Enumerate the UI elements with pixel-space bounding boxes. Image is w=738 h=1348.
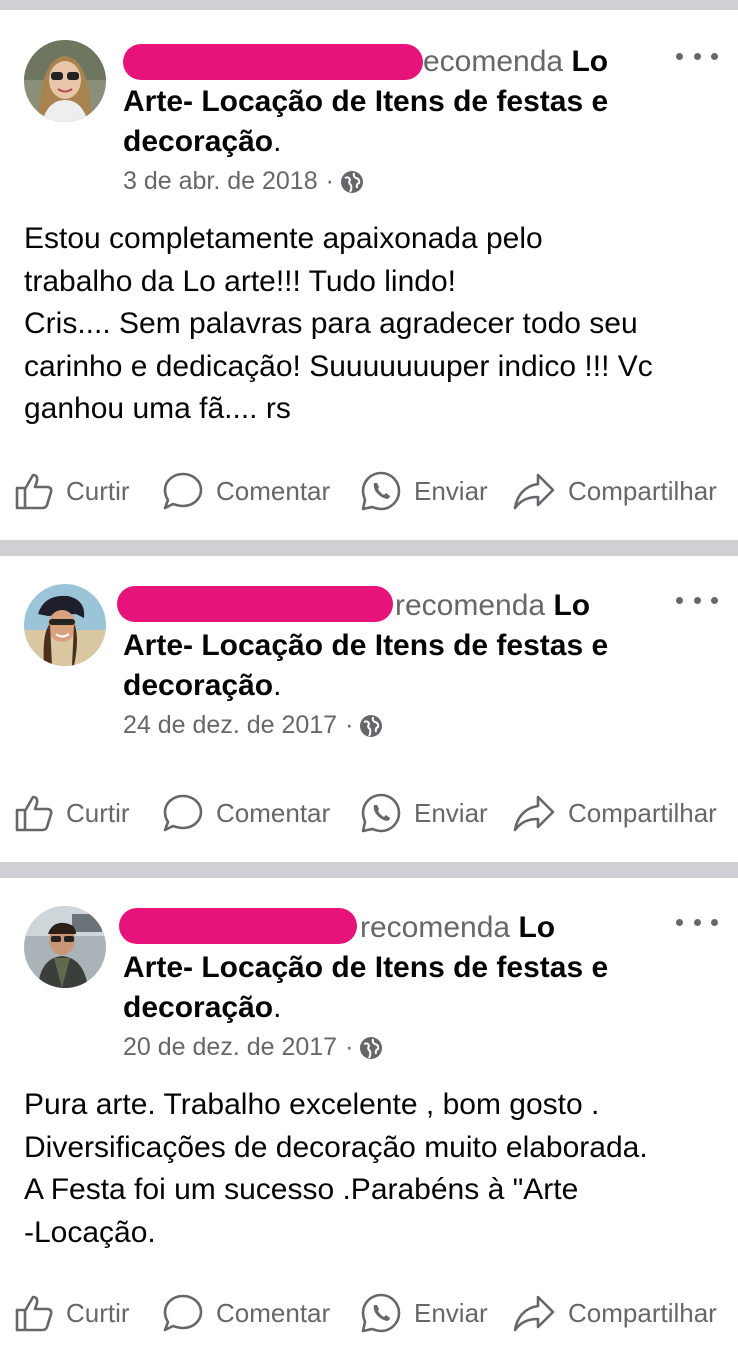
page-name-link[interactable]: Lo [518, 911, 555, 944]
post-body: Pura arte. Trabalho excelente , bom gost… [24, 1084, 724, 1254]
whatsapp-icon [361, 793, 401, 833]
send-label: Enviar [414, 797, 488, 828]
like-button[interactable]: Curtir [14, 469, 130, 513]
globe-icon [340, 170, 364, 194]
page-name-link[interactable]: Arte- Locação de Itens de festas e [123, 626, 608, 666]
post-body-line: A Festa foi um sucesso .Parabéns à "Arte [24, 1173, 579, 1206]
recommendation-post: recomenda Lo Arte- Locação de Itens de f… [0, 878, 738, 1348]
comment-button[interactable]: Comentar [162, 1291, 330, 1335]
share-button[interactable]: Compartilhar [512, 791, 717, 835]
page-name-link[interactable]: Lo [553, 589, 590, 622]
comment-bubble-icon [163, 794, 203, 832]
share-arrow-icon [513, 1295, 555, 1332]
comment-label: Comentar [216, 797, 331, 828]
send-label: Enviar [414, 475, 488, 506]
send-button[interactable]: Enviar [360, 1291, 488, 1335]
post-body-line: carinho e dedicação! Suuuuuuuper indico … [24, 349, 653, 383]
more-options-button[interactable] [676, 912, 718, 932]
share-arrow-icon [513, 795, 555, 832]
globe-icon [359, 1036, 383, 1060]
like-button[interactable]: Curtir [14, 1291, 130, 1335]
share-button[interactable]: Compartilhar [512, 469, 717, 513]
post-meta: 24 de dez. de 2017 · [123, 711, 383, 740]
share-button[interactable]: Compartilhar [512, 1291, 717, 1335]
post-separator [0, 540, 738, 556]
period: . [273, 991, 282, 1024]
send-label: Enviar [414, 1297, 488, 1328]
like-label: Curtir [66, 475, 130, 506]
page-name-link[interactable]: Arte- Locação de Itens de festas e [123, 82, 608, 122]
share-label: Compartilhar [568, 1297, 717, 1328]
whatsapp-icon [361, 1293, 401, 1333]
recommends-text: recomenda [360, 911, 511, 944]
avatar[interactable] [24, 584, 106, 666]
meta-separator: · [345, 711, 354, 739]
post-date[interactable]: 24 de dez. de 2017 [123, 711, 337, 740]
like-label: Curtir [66, 797, 130, 828]
comment-label: Comentar [216, 1297, 331, 1328]
post-body-line: Estou completamente apaixonada pelo [24, 222, 543, 255]
recommends-text: recomenda [395, 589, 546, 622]
action-bar: Curtir Comentar Enviar Compartilhar [0, 469, 738, 513]
period: . [273, 669, 282, 702]
page-name-link[interactable]: Lo [571, 45, 608, 78]
post-body-line: ganhou uma fã.... rs [24, 392, 291, 425]
more-options-button[interactable] [676, 46, 718, 66]
page-name-link[interactable]: decoração [123, 125, 273, 158]
send-button[interactable]: Enviar [360, 469, 488, 513]
post-body-line: Pura arte. Trabalho excelente , bom gost… [24, 1088, 600, 1121]
post-date[interactable]: 20 de dez. de 2017 [123, 1033, 337, 1062]
post-body: Estou completamente apaixonada pelo trab… [24, 218, 724, 431]
share-arrow-icon [513, 473, 555, 510]
avatar[interactable] [24, 40, 106, 122]
post-body-line: Diversificações de decoração muito elabo… [24, 1130, 648, 1164]
action-bar: Curtir Comentar Enviar Compartilhar [0, 1291, 738, 1335]
comment-bubble-icon [163, 472, 203, 510]
redacted-username [119, 908, 357, 944]
post-body-line: trabalho da Lo arte!!! Tudo lindo! [24, 264, 456, 298]
comment-button[interactable]: Comentar [162, 791, 330, 835]
action-bar: Curtir Comentar Enviar Compartilhar [0, 791, 738, 835]
post-body-line: -Locação. [24, 1215, 156, 1249]
page-name-link[interactable]: Arte- Locação de Itens de festas e [123, 948, 608, 988]
comment-label: Comentar [216, 475, 331, 506]
post-body-line: Cris.... Sem palavras para agradecer tod… [24, 307, 638, 340]
page-name-link[interactable]: decoração [123, 669, 273, 702]
like-button[interactable]: Curtir [14, 791, 130, 835]
thumbs-up-icon [15, 795, 53, 832]
like-label: Curtir [66, 1297, 130, 1328]
more-options-button[interactable] [676, 590, 718, 610]
post-meta: 20 de dez. de 2017 · [123, 1033, 383, 1062]
thumbs-up-icon [15, 1295, 53, 1332]
share-label: Compartilhar [568, 475, 717, 506]
period: . [273, 125, 282, 158]
send-button[interactable]: Enviar [360, 791, 488, 835]
avatar[interactable] [24, 906, 106, 988]
meta-separator: · [325, 167, 334, 195]
post-meta: 3 de abr. de 2018 · [123, 167, 364, 196]
redacted-username [117, 586, 393, 622]
recommends-text: ecomenda [423, 45, 564, 78]
globe-icon [359, 714, 383, 738]
post-separator [0, 862, 738, 878]
redacted-username [123, 44, 423, 80]
thumbs-up-icon [15, 473, 53, 510]
meta-separator: · [345, 1033, 354, 1061]
page-name-link[interactable]: decoração [123, 991, 273, 1024]
post-date[interactable]: 3 de abr. de 2018 [123, 167, 318, 196]
whatsapp-icon [361, 471, 401, 511]
comment-bubble-icon [163, 1294, 203, 1332]
recommendation-post: recomenda Lo Arte- Locação de Itens de f… [0, 556, 738, 862]
recommendation-post: ecomenda Lo Arte- Locação de Itens de fe… [0, 0, 738, 540]
share-label: Compartilhar [568, 797, 717, 828]
comment-button[interactable]: Comentar [162, 469, 330, 513]
